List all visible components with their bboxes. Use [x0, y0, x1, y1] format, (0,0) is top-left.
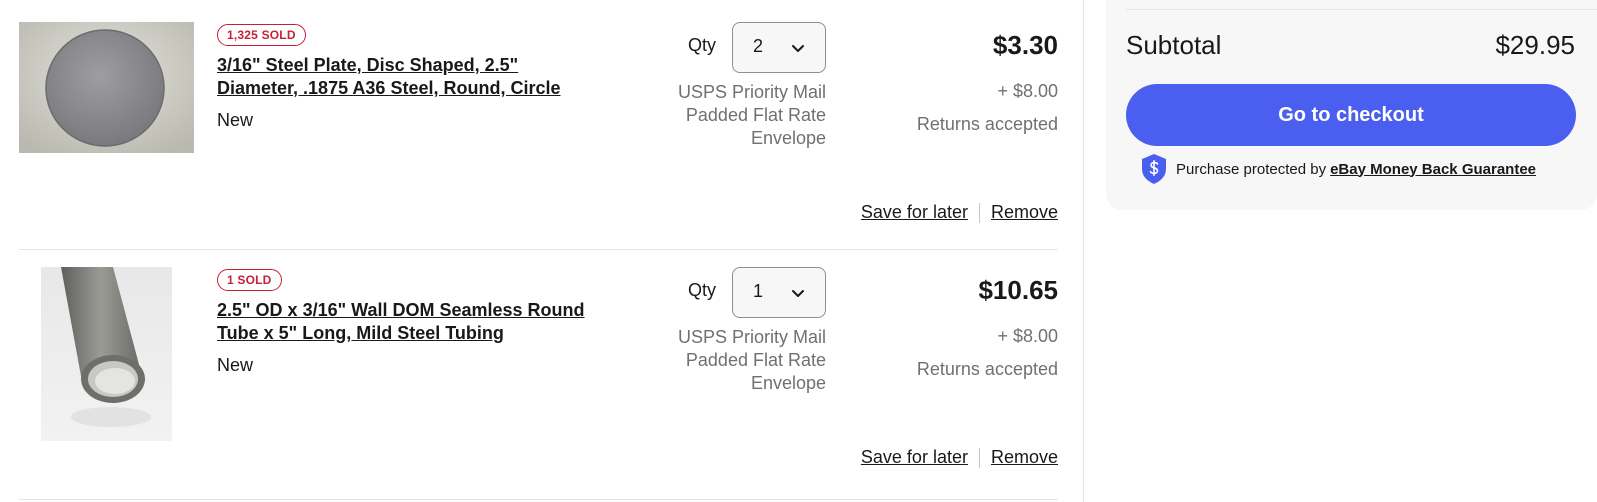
chevron-down-icon — [792, 45, 804, 52]
quantity-select[interactable]: 2 — [732, 22, 826, 73]
sold-count-badge: 1 SOLD — [217, 269, 282, 291]
item-condition: New — [217, 110, 254, 130]
item-image[interactable] — [19, 22, 194, 153]
steel-disc-image — [19, 22, 194, 153]
remove-button[interactable]: Remove — [991, 447, 1058, 468]
money-back-guarantee-link[interactable]: eBay Money Back Guarantee — [1330, 161, 1536, 178]
item-actions: Save for later Remove — [861, 447, 1058, 468]
returns-policy: Returns accepted — [916, 359, 1058, 379]
cart-item: 1 SOLD 2.5" OD x 3/16" Wall DOM Seamless… — [19, 250, 1058, 500]
shipping-cost: + $8.00 — [997, 81, 1058, 101]
shipping-cost: + $8.00 — [997, 326, 1058, 346]
save-for-later-button[interactable]: Save for later — [861, 447, 968, 468]
cart-item: 1,325 SOLD 3/16" Steel Plate, Disc Shape… — [19, 0, 1058, 250]
cart-item-list: 1,325 SOLD 3/16" Steel Plate, Disc Shape… — [19, 0, 1058, 500]
remove-button[interactable]: Remove — [991, 202, 1058, 223]
action-divider — [978, 202, 980, 223]
shipping-method: USPS Priority Mail Padded Flat Rate Enve… — [677, 327, 826, 393]
qty-label: Qty — [688, 280, 717, 300]
quantity-select[interactable]: 1 — [732, 267, 826, 318]
action-divider — [978, 447, 980, 468]
money-back-guarantee: Purchase protected by eBay Money Back Gu… — [1140, 153, 1536, 185]
column-divider — [1083, 0, 1084, 502]
item-actions: Save for later Remove — [861, 202, 1058, 223]
subtotal-value: $29.95 — [1495, 30, 1575, 60]
save-for-later-button[interactable]: Save for later — [861, 202, 968, 223]
qty-label: Qty — [688, 35, 717, 55]
shipping-method: USPS Priority Mail Padded Flat Rate Enve… — [677, 82, 826, 148]
sold-count-badge: 1,325 SOLD — [217, 24, 306, 46]
item-image[interactable] — [41, 267, 172, 441]
quantity-value: 1 — [753, 281, 764, 301]
order-summary-panel: Subtotal $29.95 Go to checkout Purchase … — [1106, 0, 1597, 210]
quantity-value: 2 — [753, 36, 764, 56]
item-price: $3.30 — [992, 30, 1058, 60]
subtotal-label: Subtotal — [1126, 30, 1222, 60]
item-price: $10.65 — [978, 275, 1058, 305]
item-title-link[interactable]: 3/16" Steel Plate, Disc Shaped, 2.5" Dia… — [217, 54, 617, 100]
summary-divider — [1126, 9, 1597, 10]
protection-text: Purchase protected by — [1176, 160, 1327, 178]
returns-policy: Returns accepted — [916, 114, 1058, 134]
steel-tube-image — [41, 267, 172, 441]
shield-dollar-icon — [1142, 154, 1166, 184]
chevron-down-icon — [792, 290, 804, 297]
item-condition: New — [217, 355, 254, 375]
go-to-checkout-button[interactable]: Go to checkout — [1126, 84, 1576, 146]
item-title-link[interactable]: 2.5" OD x 3/16" Wall DOM Seamless Round … — [217, 299, 617, 345]
